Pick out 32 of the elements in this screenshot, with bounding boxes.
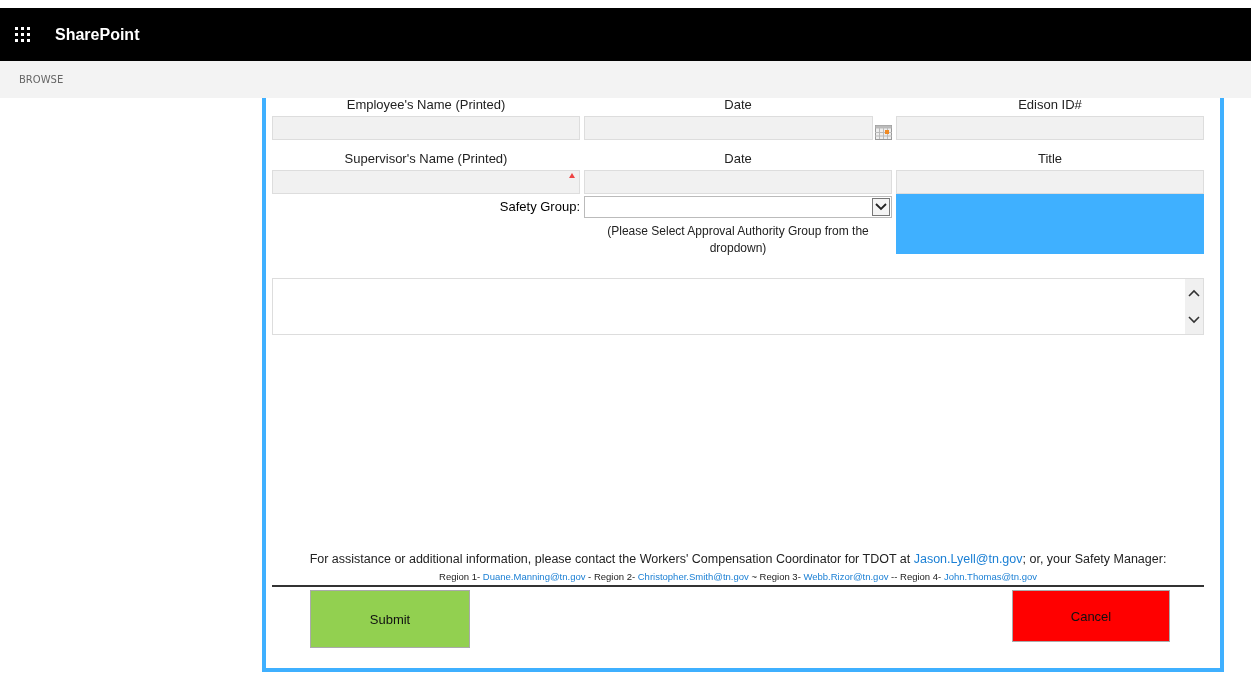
field-label: Date	[723, 98, 753, 112]
field-label: Title	[1036, 152, 1064, 166]
ribbon-tab[interactable]: BROWSE	[19, 74, 64, 85]
input-field[interactable]	[272, 116, 580, 140]
field-label: Edison ID#	[1017, 98, 1083, 112]
hint-text: (Please Select Approval Authority Group from the dropdown)	[606, 223, 870, 257]
submit-button[interactable]: Submit	[310, 590, 470, 648]
email-link[interactable]: Webb.Rizor@tn.gov	[803, 571, 889, 582]
input-field[interactable]	[584, 170, 892, 194]
contact-text: For assistance or additional information, please contact the Workers' Compensation Coordinator for TDOT at Jason.Lyell@tn.gov; or, your Safety Manager:	[308, 552, 1168, 566]
email-link[interactable]: Duane.Manning@tn.gov	[482, 571, 586, 582]
field-label: Employee's Name (Printed)	[345, 98, 507, 112]
email-link[interactable]: John.Thomas@tn.gov	[943, 571, 1037, 582]
input-field[interactable]	[896, 170, 1204, 194]
app-name[interactable]: SharePoint	[55, 25, 140, 44]
cancel-button[interactable]: Cancel	[1012, 590, 1170, 642]
field-label: Safety Group:	[498, 198, 580, 216]
input-field[interactable]	[272, 170, 580, 194]
calendar-icon[interactable]	[875, 125, 892, 140]
regions-text: Region 1- Duane.Manning@tn.gov - Region 2- Christopher.Smith@tn.gov ~ Region 3- Webb.Rizor@tn.gov -- Region 4- John.Thomas@tn.gov	[272, 571, 1204, 587]
input-field[interactable]	[896, 116, 1204, 140]
field-label: Supervisor's Name (Printed)	[343, 152, 509, 166]
caret-icon	[872, 198, 890, 216]
scroll-up-icon[interactable]	[1187, 287, 1201, 298]
app-launcher-icon[interactable]	[15, 26, 31, 43]
scroll-down-icon[interactable]	[1187, 315, 1201, 326]
field-label: Date	[723, 152, 753, 166]
scrollbar[interactable]	[1185, 279, 1203, 334]
email-link[interactable]: Jason.Lyell@tn.gov	[913, 552, 1023, 566]
dropdown[interactable]	[584, 196, 892, 218]
input-field[interactable]	[584, 116, 873, 140]
email-link[interactable]: Christopher.Smith@tn.gov	[637, 571, 749, 582]
